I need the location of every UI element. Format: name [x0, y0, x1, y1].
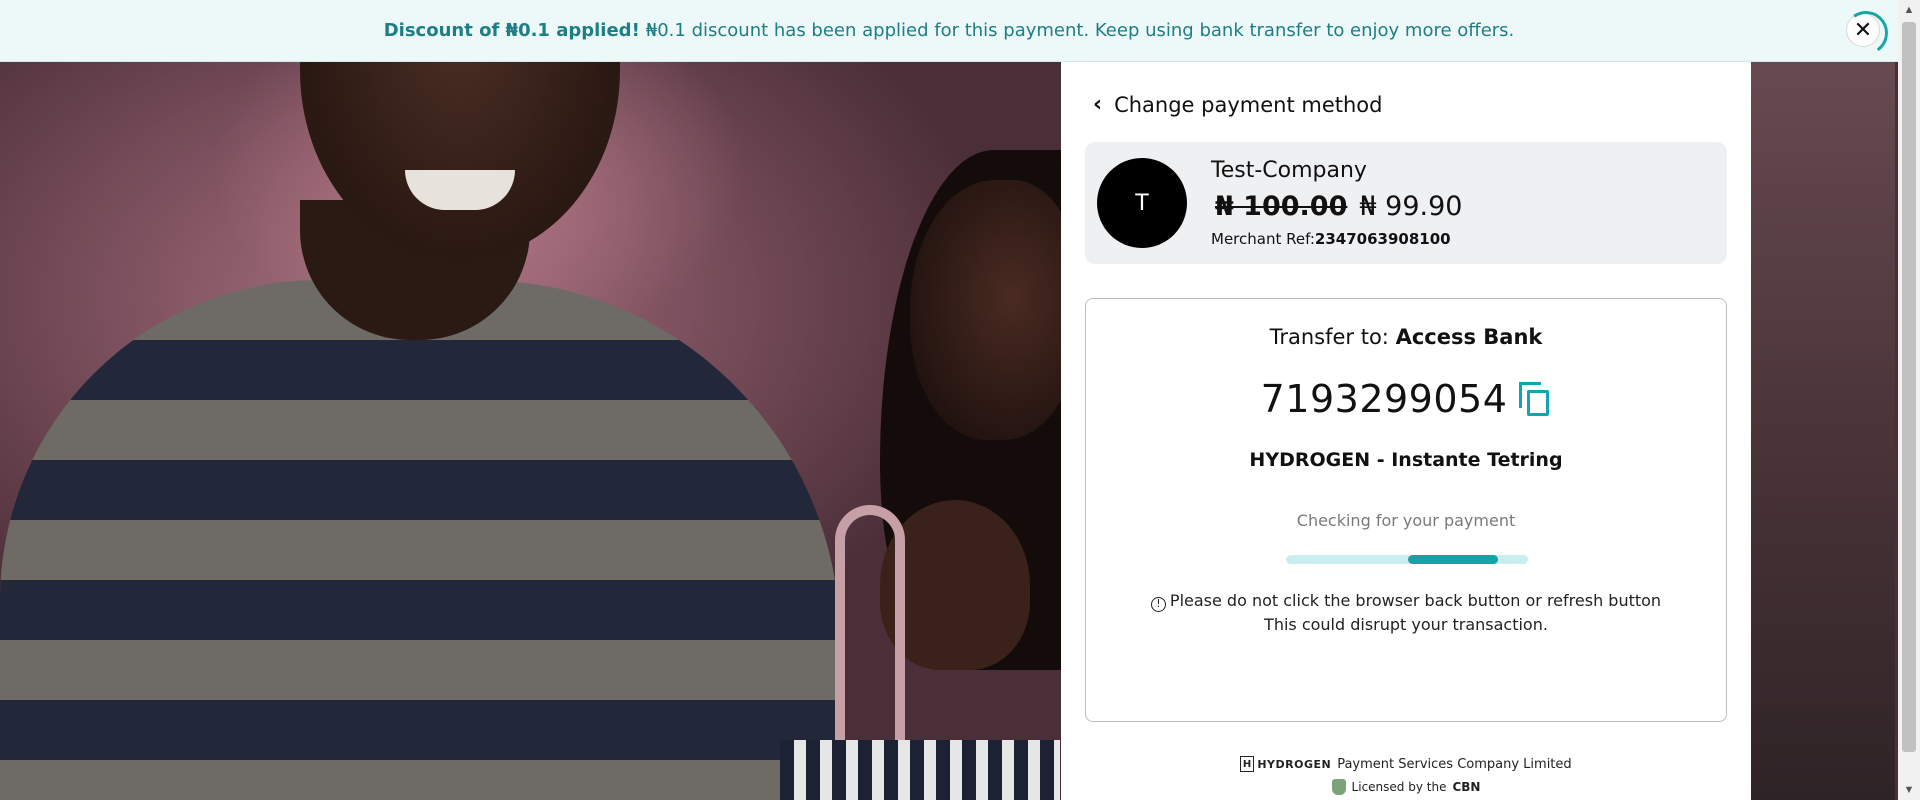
merchant-ref-value: 2347063908100: [1314, 230, 1451, 248]
footer-license: Licensed by the CBN: [1061, 779, 1751, 795]
warning-message: ! Please do not click the browser back bu…: [1086, 589, 1726, 637]
payment-progress-bar: [1286, 555, 1528, 564]
background-right-strip: [1750, 0, 1895, 800]
copy-icon[interactable]: [1519, 382, 1551, 416]
page-scrollbar[interactable]: ▲ ▼: [1898, 0, 1920, 800]
avatar: T: [1097, 158, 1187, 248]
photo-woman-head: [910, 180, 1080, 440]
transfer-details-box: Transfer to: Access Bank 7193299054 HYDR…: [1085, 298, 1727, 722]
scroll-up-icon[interactable]: ▲: [1898, 0, 1920, 20]
change-payment-method-label: Change payment method: [1114, 92, 1383, 117]
scroll-down-icon[interactable]: ▼: [1898, 780, 1920, 800]
original-price: ₦ 100.00: [1215, 191, 1348, 222]
price-row: ₦ 100.00 ₦ 99.90: [1215, 191, 1462, 222]
change-payment-method-button[interactable]: ‹ Change payment method: [1093, 92, 1382, 117]
photo-man-shirt: [0, 280, 840, 800]
merchant-ref-label: Merchant Ref:: [1211, 230, 1315, 248]
account-name: HYDROGEN - Instante Tetring: [1249, 449, 1563, 471]
hydrogen-logo-mark: H: [1240, 756, 1255, 772]
warning-line-2: This could disrupt your transaction.: [1264, 615, 1548, 634]
banner-title: Discount of ₦0.1 applied!: [383, 20, 640, 41]
license-body: CBN: [1452, 780, 1481, 794]
payment-progress-fill: [1408, 555, 1498, 564]
cbn-icon: [1331, 779, 1346, 795]
license-prefix: Licensed by the: [1351, 780, 1447, 794]
account-row: 7193299054: [1086, 377, 1726, 421]
photo-bag: [780, 740, 1060, 800]
discount-banner: Discount of ₦0.1 applied! ₦0.1 discount …: [0, 0, 1898, 62]
company-name: Payment Services Company Limited: [1337, 756, 1572, 772]
scrollbar-thumb[interactable]: [1902, 22, 1916, 752]
merchant-name: Test-Company: [1211, 158, 1367, 183]
merchant-card: T Test-Company ₦ 100.00 ₦ 99.90 Merchant…: [1085, 142, 1727, 264]
photo-bag-handle: [835, 505, 905, 745]
merchant-ref: Merchant Ref:2347063908100: [1211, 230, 1451, 248]
close-icon[interactable]: ✕: [1846, 13, 1880, 47]
payment-status-text: Checking for your payment: [1296, 511, 1516, 530]
payment-panel: ‹ Change payment method T Test-Company ₦…: [1061, 62, 1751, 800]
transfer-to-label: Transfer to:: [1269, 325, 1389, 349]
warning-line-1: Please do not click the browser back but…: [1169, 591, 1662, 610]
hydrogen-logo-icon: H HYDROGEN: [1240, 756, 1331, 772]
footer-company: H HYDROGEN Payment Services Company Limi…: [1061, 756, 1751, 772]
bank-name: Access Bank: [1395, 325, 1543, 349]
info-icon: !: [1150, 597, 1166, 612]
chevron-left-icon: ‹: [1093, 92, 1103, 117]
hydrogen-logo-text: HYDROGEN: [1257, 757, 1332, 771]
transfer-to: Transfer to: Access Bank: [1086, 325, 1726, 349]
discounted-price: ₦ 99.90: [1359, 191, 1463, 222]
banner-message: ₦0.1 discount has been applied for this …: [645, 20, 1515, 41]
account-number: 7193299054: [1260, 377, 1508, 421]
